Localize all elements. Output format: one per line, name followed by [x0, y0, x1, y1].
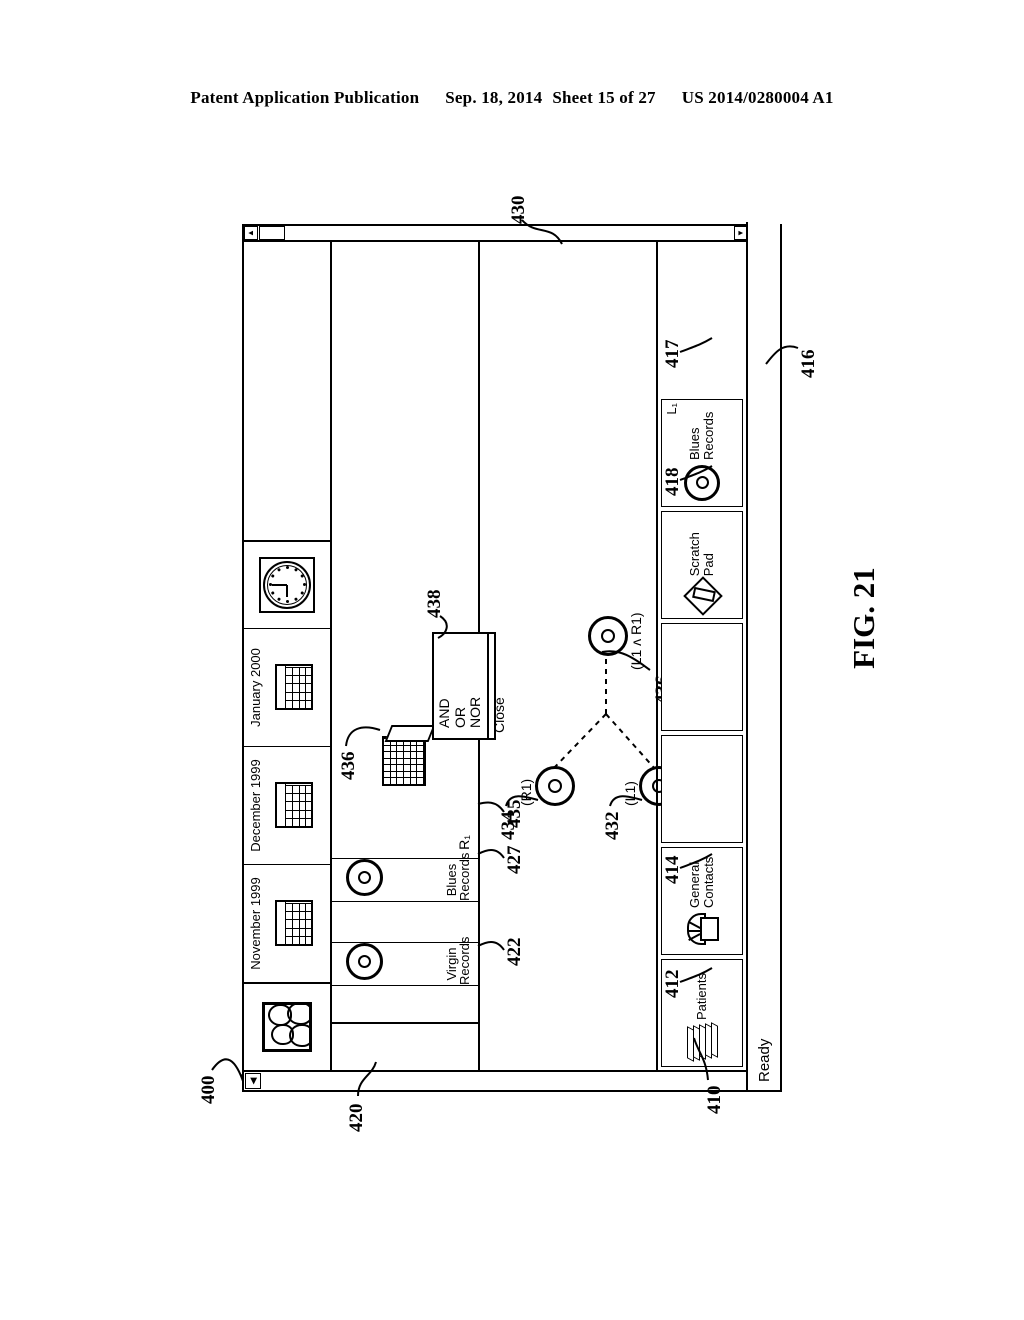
record-pane-title-virgin: Virgin Records: [443, 936, 473, 985]
ref-414: 414: [662, 855, 683, 885]
ref-438: 438: [424, 589, 445, 619]
br-line1: Blues: [687, 427, 703, 460]
panes-left-gap: [332, 1022, 478, 1070]
month-label-november: November 1999: [248, 877, 263, 970]
month-label-december: December 1999: [248, 759, 263, 852]
analog-clock-icon: [259, 557, 315, 613]
photo-thumbnail-icon: [262, 1002, 312, 1052]
blues-records-line2: Records: [457, 852, 473, 901]
disc-icon: [346, 943, 383, 980]
menu-item-or[interactable]: OR: [452, 639, 469, 733]
scratch-pad-icon: [683, 576, 723, 618]
calendar-icon: [275, 664, 313, 711]
logic-node-r1[interactable]: [535, 766, 575, 806]
header-publication: Patent Application Publication: [190, 88, 420, 107]
scrollbar-thumb[interactable]: [259, 226, 285, 240]
window-vertical-scrollbar[interactable]: ▲ ▼: [244, 226, 748, 242]
calendar-icon: [275, 782, 313, 829]
virgin-records-line2: Records: [457, 936, 473, 985]
month-label-january: January 2000: [248, 648, 263, 727]
header-date: Sep. 18, 2014: [445, 88, 543, 107]
operator-context-menu[interactable]: AND OR NOR Close: [432, 632, 507, 740]
photo-shortcut[interactable]: [244, 982, 330, 1070]
ref-400: 400: [198, 1075, 219, 1105]
shelf-empty-area: [244, 242, 330, 540]
month-shortcut-november[interactable]: November 1999: [244, 864, 330, 982]
figure-label: FIG. 21: [846, 567, 881, 669]
taskbar-empty-slot-2[interactable]: [661, 623, 743, 731]
month-shortcut-december[interactable]: December 1999: [244, 746, 330, 864]
record-pane-virgin-records[interactable]: Virgin Records: [332, 936, 478, 986]
gc-line1: General: [687, 861, 703, 908]
logic-node-and[interactable]: [588, 616, 628, 656]
ref-422: 422: [504, 937, 525, 967]
menu-item-nor[interactable]: NOR: [467, 639, 484, 733]
taskbar-label-general-contacts: General Contacts: [687, 856, 716, 908]
header-docnum: US 2014/0280004 A1: [681, 88, 834, 107]
application-window: ◀ ▶ ▲ ▼ Ready: [242, 222, 782, 1132]
gc-line2: Contacts: [701, 856, 716, 908]
record-pane-blues-records[interactable]: Blues Records R₁: [332, 835, 478, 902]
operator-options-group: AND OR NOR: [434, 634, 490, 738]
ref-432: 432: [602, 811, 623, 841]
ref-436-grid: 436: [338, 751, 359, 781]
virgin-records-line1: Virgin: [443, 947, 459, 981]
ref-435: 435: [504, 799, 525, 829]
panes-gap-a: [332, 986, 478, 1022]
record-pane-title-blues: Blues Records: [443, 852, 473, 901]
taskbar-empty-slot-1[interactable]: [661, 735, 743, 843]
taskbar-label-blues-records: Blues Records: [687, 411, 716, 460]
clock-shortcut[interactable]: [244, 540, 330, 628]
taskbar-label-patients: Patients: [694, 973, 710, 1020]
br-line2: Records: [701, 411, 716, 460]
ref-417: 417: [662, 339, 683, 369]
taskbar-blues-subscript: L₁: [664, 403, 679, 415]
logic-node-and-label: (L1 ʌ R1): [628, 612, 644, 670]
ref-430: 430: [508, 195, 529, 225]
ref-410: 410: [704, 1085, 725, 1115]
card-stack-icon: [687, 1020, 718, 1066]
figure-drawing: 400 ◀ ▶ ▲ ▼ Ready: [198, 196, 819, 1133]
status-bar: Ready: [746, 222, 780, 1090]
rolodex-icon: [687, 908, 719, 954]
logic-node-l1-label: (L1): [622, 781, 638, 806]
blues-records-line1: Blues: [443, 863, 459, 897]
taskbar-label-scratch-pad: Scratch Pad: [687, 532, 716, 577]
spreadsheet-3d-icon[interactable]: [378, 722, 436, 786]
disc-icon: [684, 460, 720, 506]
workspace-canvas[interactable]: Virgin Records Blues Records R₁ 436 (R1)…: [332, 242, 679, 1132]
taskbar-item-scratch-pad[interactable]: Scratch Pad: [661, 511, 743, 619]
calendar-icon: [275, 900, 313, 947]
header-sheet: Sheet 15 of 27: [552, 88, 656, 107]
panes-gap-b: [332, 902, 478, 942]
menu-item-close[interactable]: Close: [489, 634, 511, 738]
ref-427: 427: [504, 845, 525, 875]
scroll-up-arrow-button[interactable]: ▲: [244, 226, 258, 240]
disc-icon: [346, 859, 383, 896]
page-header: Patent Application Publication Sep. 18, 2…: [0, 88, 1024, 108]
ref-418: 418: [662, 467, 683, 497]
month-shortcut-january[interactable]: January 2000: [244, 628, 330, 746]
menu-item-and[interactable]: AND: [436, 639, 453, 733]
ref-412: 412: [662, 969, 683, 999]
panes-right-area: 436: [332, 242, 478, 858]
status-text: Ready: [755, 1038, 773, 1082]
ref-416: 416: [798, 349, 819, 379]
shortcut-shelf: November 1999 December 1999 January 2000: [244, 242, 332, 1070]
ref-420: 420: [346, 1103, 367, 1133]
window-client-area: November 1999 December 1999 January 2000…: [244, 242, 746, 1132]
